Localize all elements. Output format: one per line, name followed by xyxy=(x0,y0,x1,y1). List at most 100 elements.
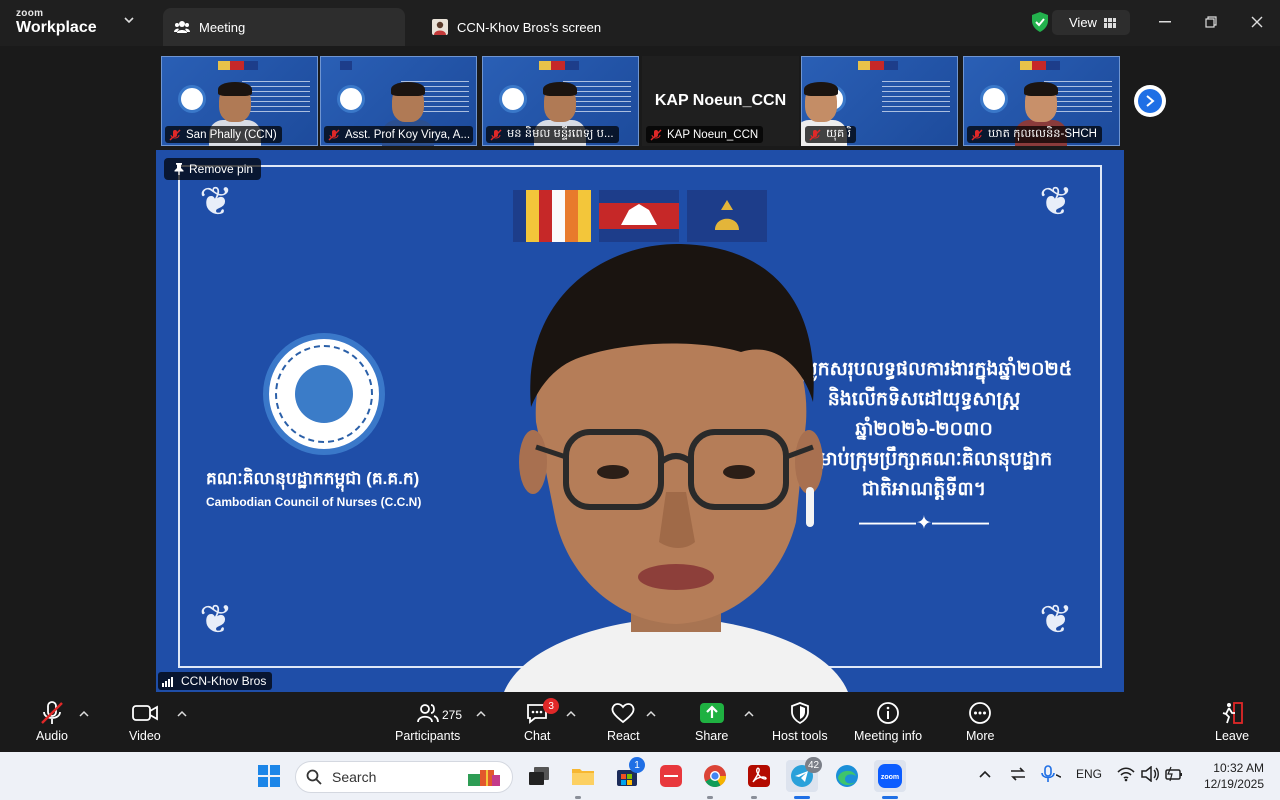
encryption-shield-icon[interactable] xyxy=(1030,11,1050,33)
meeting-info-label: Meeting info xyxy=(854,729,923,743)
participant-name-tag: Asst. Prof Koy Virya, A... xyxy=(324,126,473,143)
participant-name-tag: ឃាត កុលលេនិន-SHCH xyxy=(967,126,1102,143)
tab-meeting[interactable]: Meeting xyxy=(163,8,405,46)
view-button-label: View xyxy=(1069,15,1097,30)
participant-name: យុគ រិ xyxy=(826,128,852,140)
more-label: More xyxy=(966,729,995,743)
view-button[interactable]: View xyxy=(1052,10,1130,35)
video-label: Video xyxy=(129,729,161,743)
leave-label: Leave xyxy=(1215,729,1250,743)
title-bar: zoom Workplace Meeting CCN-Khov Bros's s… xyxy=(0,0,1280,46)
windows-start-icon[interactable] xyxy=(253,760,285,792)
chevron-up-icon[interactable] xyxy=(744,710,754,720)
video-camera-icon xyxy=(131,700,159,726)
participant-name: KAP Noeun_CCN xyxy=(667,128,759,141)
more-button[interactable]: More xyxy=(966,700,994,743)
grid-view-icon xyxy=(1103,17,1116,28)
speaker-name: CCN-Khov Bros xyxy=(181,674,267,688)
participant-tile[interactable]: ឃាត កុលលេនិន-SHCH xyxy=(963,56,1120,146)
slide-org-name-kh: គណៈគិលានុបដ្ឋាកកម្ពុជា (គ.គ.ក) xyxy=(206,469,420,488)
mic-muted-icon xyxy=(39,700,65,726)
ccn-logo xyxy=(263,333,385,455)
volume-icon[interactable] xyxy=(1141,765,1159,785)
store-badge: 1 xyxy=(629,757,645,773)
participant-tile[interactable]: យុគ រិ xyxy=(801,56,958,146)
meeting-info-button[interactable]: Meeting info xyxy=(854,700,922,743)
taskbar-search[interactable]: Search xyxy=(295,761,513,793)
next-page-button[interactable] xyxy=(1134,85,1166,117)
huawei-app-icon[interactable] xyxy=(655,760,687,792)
chevron-up-icon[interactable] xyxy=(79,710,89,720)
leave-button[interactable]: Leave xyxy=(1215,700,1249,743)
minimize-icon[interactable] xyxy=(1153,11,1177,33)
chevron-down-icon[interactable] xyxy=(122,14,136,28)
chat-label: Chat xyxy=(524,729,551,743)
participant-tile[interactable]: KAP Noeun_CCN KAP Noeun_CCN xyxy=(642,56,799,146)
chat-button[interactable]: 3 Chat xyxy=(524,698,560,743)
host-tools-button[interactable]: Host tools xyxy=(772,700,828,743)
ornament-corner-icon: ❦ xyxy=(1039,598,1073,642)
zoom-taskbar-icon[interactable]: zoom xyxy=(874,760,906,792)
meeting-people-icon xyxy=(173,18,191,36)
chevron-up-icon[interactable] xyxy=(566,710,576,720)
microphone-input-icon[interactable] xyxy=(1040,765,1062,786)
chat-bubble-icon: 3 xyxy=(525,698,560,726)
remove-pin-button[interactable]: Remove pin xyxy=(164,158,262,180)
pinned-video[interactable]: ❦ ❦ ❦ ❦ គណៈគិលានុបដ្ឋាកកម្ពុជា (គ.គ.ក) C… xyxy=(156,150,1124,692)
audio-label: Audio xyxy=(36,729,68,743)
telegram-icon[interactable]: 42 xyxy=(786,757,823,792)
svg-text:zoom: zoom xyxy=(881,774,899,781)
file-explorer-icon[interactable] xyxy=(567,760,599,792)
chevron-right-icon xyxy=(1138,89,1162,113)
explorer-running-indicator xyxy=(575,796,581,799)
tab-shared-screen[interactable]: CCN-Khov Bros's screen xyxy=(421,8,661,46)
search-icon xyxy=(306,769,322,785)
zoom-workplace-menu[interactable]: zoom Workplace xyxy=(16,9,97,36)
share-button[interactable]: Share xyxy=(695,700,728,743)
acrobat-icon[interactable] xyxy=(743,760,775,792)
battery-icon[interactable] xyxy=(1165,766,1183,785)
language-indicator[interactable]: ENG xyxy=(1076,767,1102,781)
signal-strength-icon xyxy=(162,676,176,687)
participant-name: Asst. Prof Koy Virya, A... xyxy=(345,128,471,141)
participant-name: San Phally (CCN) xyxy=(186,128,277,141)
participant-tile[interactable]: មន និមល មន្ទីរពេទ្យ ប... xyxy=(482,56,639,146)
close-icon[interactable] xyxy=(1245,11,1269,33)
meeting-controls: Audio Video Participants 275 3 Chat Reac… xyxy=(0,694,1280,750)
shield-icon xyxy=(790,700,810,726)
leave-door-icon xyxy=(1220,700,1244,726)
edge-icon[interactable] xyxy=(831,760,863,792)
chevron-up-icon[interactable] xyxy=(979,768,991,782)
host-tools-label: Host tools xyxy=(772,729,828,743)
video-button[interactable]: Video xyxy=(129,700,161,743)
remove-pin-label: Remove pin xyxy=(189,162,254,176)
speaker-video xyxy=(504,243,848,692)
telegram-active-indicator xyxy=(794,796,810,799)
chevron-up-icon[interactable] xyxy=(177,710,187,720)
restore-icon[interactable] xyxy=(1199,11,1223,33)
zoom-active-indicator xyxy=(882,796,898,799)
acrobat-running-indicator xyxy=(751,796,757,799)
participant-display-name: KAP Noeun_CCN xyxy=(654,92,787,109)
microsoft-store-icon[interactable]: 1 xyxy=(611,757,645,792)
chrome-icon[interactable] xyxy=(699,760,731,792)
chevron-up-icon[interactable] xyxy=(646,710,656,720)
participants-count: 275 xyxy=(442,708,463,722)
transfer-arrows-icon[interactable] xyxy=(1010,767,1026,784)
mic-muted-icon xyxy=(490,129,502,140)
participant-tile[interactable]: Asst. Prof Koy Virya, A... xyxy=(320,56,477,146)
clock-time: 10:32 AM xyxy=(1213,761,1264,775)
audio-button[interactable]: Audio xyxy=(36,700,68,743)
task-view-icon[interactable] xyxy=(523,760,555,792)
participant-tile[interactable]: San Phally (CCN) xyxy=(161,56,318,146)
wifi-icon[interactable] xyxy=(1117,766,1135,785)
react-label: React xyxy=(607,729,640,743)
react-button[interactable]: React xyxy=(607,700,640,743)
telegram-badge: 42 xyxy=(805,757,823,773)
participant-name-tag: KAP Noeun_CCN xyxy=(646,126,764,143)
participant-name-tag: យុគ រិ xyxy=(805,126,857,143)
chevron-up-icon[interactable] xyxy=(476,710,486,720)
pin-icon xyxy=(174,163,184,175)
taskbar-clock[interactable]: 10:32 AM 12/19/2025 xyxy=(1188,760,1264,792)
slide-org-name-en: Cambodian Council of Nurses (C.C.N) xyxy=(206,495,422,509)
